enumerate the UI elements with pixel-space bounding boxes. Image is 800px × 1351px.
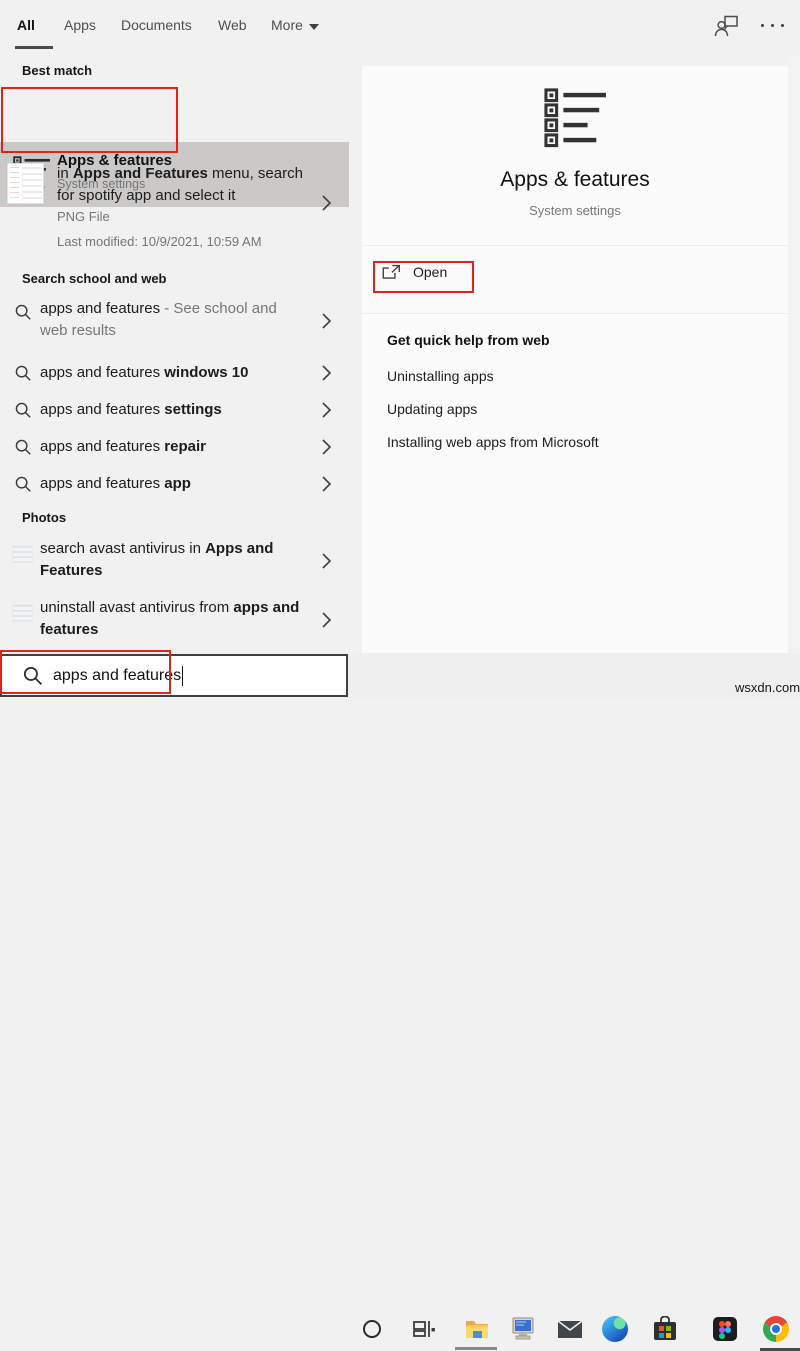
suggestion-text: apps and features app [40,475,191,492]
more-options-icon[interactable] [761,24,787,28]
search-icon [14,364,32,382]
help-link-installing[interactable]: Installing web apps from Microsoft [387,434,599,450]
file-explorer-icon[interactable] [464,1316,490,1342]
chevron-right-icon[interactable] [322,195,331,211]
text-cursor [182,666,183,686]
chevron-right-icon[interactable] [322,476,331,492]
photos-section-header: Photos [22,510,66,525]
help-link-uninstalling[interactable]: Uninstalling apps [387,368,494,384]
tab-apps[interactable]: Apps [64,17,96,33]
quick-help-header: Get quick help from web [387,332,550,348]
suggestion-text: apps and features windows 10 [40,364,248,381]
chevron-right-icon[interactable] [322,612,331,628]
file-result[interactable]: in Apps and Features menu, search for sp… [0,155,349,258]
tab-web[interactable]: Web [218,17,247,33]
open-button[interactable]: Open [382,264,447,280]
search-icon [14,475,32,493]
suggestion-row[interactable]: apps and features repair [0,428,349,465]
file-thumbnail [7,163,44,204]
suggestion-row[interactable]: apps and features settings [0,391,349,428]
web-section-header: Search school and web [22,271,167,286]
tab-more[interactable]: More [271,17,303,33]
web-result-text: apps and features - See school and web r… [40,298,304,342]
open-label: Open [413,264,447,280]
search-icon [14,438,32,456]
best-match-header: Best match [22,63,92,78]
edge-icon[interactable] [602,1316,628,1342]
file-result-text: in Apps and Features menu, search for sp… [57,163,315,207]
explorer-active-indicator [455,1347,497,1350]
chevron-right-icon[interactable] [322,402,331,418]
photo-result[interactable]: search avast antivirus in Apps and Featu… [0,533,349,590]
file-type: PNG File [57,209,110,224]
chrome-icon[interactable] [763,1316,789,1342]
active-tab-underline [15,46,53,49]
store-icon[interactable] [652,1316,678,1342]
search-box[interactable]: apps and features [0,654,348,697]
photo-thumbnail [12,604,33,622]
tab-all[interactable]: All [17,17,35,33]
suggestion-text: apps and features settings [40,401,222,418]
photo-result-text: uninstall avast antivirus from apps and … [40,597,310,641]
search-icon [14,303,32,321]
suggestion-row[interactable]: apps and features app [0,465,349,502]
search-input-value[interactable]: apps and features [53,667,181,685]
photo-result-text: search avast antivirus in Apps and Featu… [40,538,310,582]
chevron-right-icon[interactable] [322,313,331,329]
search-icon [22,665,43,686]
file-modified: Last modified: 10/9/2021, 10:59 AM [57,234,262,249]
help-link-updating[interactable]: Updating apps [387,401,477,417]
tab-documents[interactable]: Documents [121,17,192,33]
task-view-icon[interactable] [412,1316,438,1342]
figma-icon[interactable] [712,1316,738,1342]
preview-title: Apps & features [362,168,788,192]
divider [362,313,788,314]
photo-thumbnail [12,545,33,563]
watermark: wsxdn.com [735,680,800,695]
photo-result[interactable]: uninstall avast antivirus from apps and … [0,592,349,649]
computer-icon[interactable] [511,1316,537,1342]
account-icon[interactable] [714,14,740,38]
mail-icon[interactable] [557,1316,583,1342]
web-search-result[interactable]: apps and features - See school and web r… [0,295,349,349]
preview-panel: Apps & features System settings Open Get… [362,66,788,653]
open-external-icon [382,264,401,280]
results-pane: Best match Apps & features System settin… [0,55,349,653]
chevron-right-icon[interactable] [322,553,331,569]
divider [362,245,788,246]
suggestion-text: apps and features repair [40,438,206,455]
search-icon [14,401,32,419]
apps-features-icon-large [543,88,607,148]
desktop-edge-strip [788,55,800,653]
chevron-right-icon[interactable] [322,365,331,381]
suggestion-row[interactable]: apps and features windows 10 [0,354,349,391]
chevron-right-icon[interactable] [322,439,331,455]
preview-subtitle: System settings [362,203,788,218]
cortana-icon[interactable] [363,1320,381,1338]
chevron-down-icon[interactable] [309,24,319,30]
search-tab-bar: All Apps Documents Web More [0,0,800,55]
